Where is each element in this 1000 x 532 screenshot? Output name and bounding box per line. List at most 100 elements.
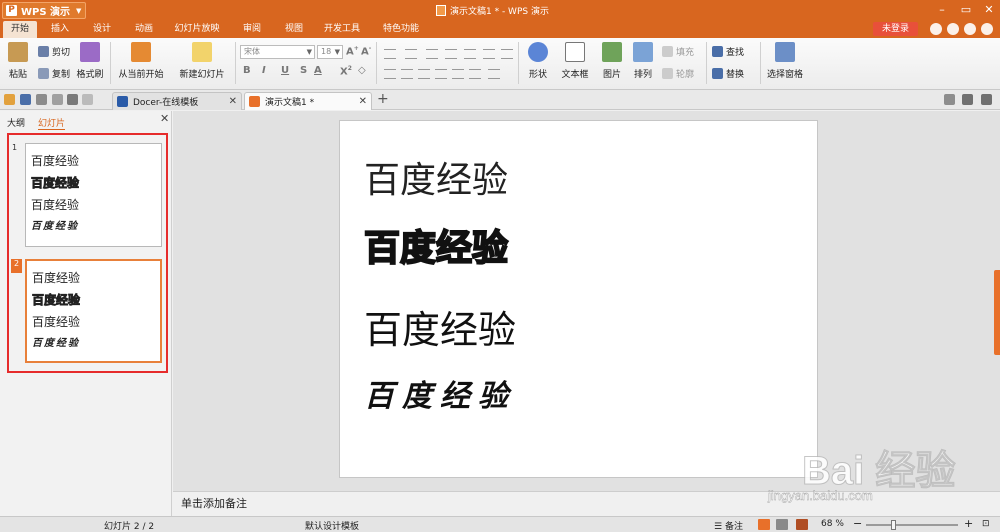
save-icon[interactable] [20,94,31,105]
skin-icon[interactable] [930,23,942,35]
maximize-button[interactable]: ▭ [955,1,977,19]
italic-icon[interactable]: I [262,65,266,76]
shrink-font-icon[interactable]: A- [361,45,371,57]
font-size-select[interactable]: 18 ▼ [317,45,343,59]
redo-icon[interactable] [82,94,93,105]
notes-pane[interactable]: 单击添加备注 [173,491,1000,516]
smart-art-icon[interactable] [488,69,500,79]
superscript-icon[interactable]: X2 [340,65,352,77]
slide-text-brush[interactable]: 百度经验 [364,371,516,415]
print-preview-icon[interactable] [52,94,63,105]
tab-outline[interactable]: 大纲 [7,116,25,129]
slide-sorter-icon[interactable] [776,519,788,530]
text-direction-icon[interactable] [501,49,513,59]
decrease-indent-icon[interactable] [426,49,438,59]
format-painter-button[interactable]: 格式刷 [76,42,104,80]
close-panel-icon[interactable]: ✕ [160,112,169,125]
bold-icon[interactable]: B [243,65,251,76]
docer-icon [117,96,128,107]
number-list-icon[interactable] [405,49,417,59]
tab-slides[interactable]: 幻灯片 [38,116,66,130]
app-menu-button[interactable]: P WPS 演示 ▼ [2,2,86,19]
print-icon[interactable] [36,94,47,105]
side-scroll-handle[interactable] [994,270,1000,355]
slide-text-songti[interactable]: 百度经验 [364,151,508,203]
tab-review[interactable]: 审阅 [236,21,268,38]
tab-home[interactable]: 开始 [3,21,37,38]
cut-button[interactable]: 剪切 [38,45,70,58]
slide-thumbnail-1[interactable]: 百度经验 百度经验 百度经验 百度经验 [25,143,162,247]
play-from-current-button[interactable]: 从当前开始 [116,42,166,80]
tab-docer-templates[interactable]: Docer-在线模板 ✕ [112,92,242,110]
current-slide[interactable]: 百度经验 百度经验 百度经验 百度经验 [339,120,818,478]
vertical-align-icon[interactable] [469,69,481,79]
font-family-select[interactable]: 宋体 ▼ [240,45,315,59]
line-spacing-icon[interactable] [464,49,476,59]
tab-developer[interactable]: 开发工具 [320,21,364,38]
align-center-icon[interactable] [401,69,413,79]
copy-button[interactable]: 复制 [38,67,70,80]
selection-pane-label: 选择窗格 [766,70,803,80]
bullet-list-icon[interactable] [384,49,396,59]
find-button[interactable]: 查找 [712,45,744,58]
tab-view[interactable]: 视图 [278,21,310,38]
normal-view-icon[interactable] [758,519,770,530]
tab-presentation1[interactable]: 演示文稿1 * ✕ [244,92,372,110]
notes-toggle[interactable]: ☰ 备注 [714,519,743,532]
tab-design[interactable]: 设计 [86,21,118,38]
close-icon[interactable]: ✕ [359,96,367,107]
tab-features[interactable]: 特色功能 [376,21,426,38]
tab-insert[interactable]: 插入 [44,21,76,38]
slideshow-icon[interactable] [796,519,808,530]
new-tab-button[interactable]: + [377,91,389,107]
zoom-slider-handle[interactable] [891,520,896,530]
outline-button[interactable]: 轮廓 [662,67,694,80]
paint-bucket-icon [662,46,673,57]
slide-text-sans[interactable]: 百度经验 [364,299,516,354]
new-slide-button[interactable]: 新建幻灯片 [174,42,230,80]
align-left-icon[interactable] [384,69,396,79]
replace-label: 替换 [726,70,745,80]
selection-pane-button[interactable]: 选择窗格 [765,42,805,80]
justify-icon[interactable] [435,69,447,79]
zoom-in-icon[interactable]: + [964,517,973,530]
zoom-slider[interactable] [866,524,958,526]
close-icon[interactable]: ✕ [229,96,237,107]
font-color-icon[interactable]: A [314,65,322,76]
clipboard-icon [8,42,28,62]
shape-button[interactable]: 形状 [523,42,553,80]
clear-format-icon[interactable]: ◇ [358,65,366,76]
align-right-icon[interactable] [418,69,430,79]
shadow-icon[interactable]: S [300,65,307,76]
open-icon[interactable] [4,94,15,105]
fill-button[interactable]: 填充 [662,45,694,58]
zoom-out-icon[interactable]: − [853,517,862,530]
login-button[interactable]: 未登录 [873,22,918,36]
tab-animation[interactable]: 动画 [128,21,160,38]
close-button[interactable]: ✕ [978,1,1000,19]
help-icon[interactable] [964,23,976,35]
textbox-button[interactable]: 文本框 [557,42,593,80]
arrange-button[interactable]: 排列 [629,42,657,80]
fit-window-icon[interactable]: ⊡ [982,519,990,529]
underline-icon[interactable]: U [281,65,289,76]
increase-indent-icon[interactable] [445,49,457,59]
tab-slideshow[interactable]: 幻灯片放映 [172,21,222,38]
grow-font-icon[interactable]: A+ [346,45,359,57]
distribute-icon[interactable] [452,69,464,79]
close-doc-icon[interactable] [981,94,992,105]
outline-label: 轮廓 [676,70,695,80]
undo-icon[interactable] [67,94,78,105]
pin-icon[interactable] [944,94,955,105]
picture-button[interactable]: 图片 [598,42,626,80]
paste-button[interactable]: 粘贴 [5,42,31,80]
minimize-button[interactable]: – [931,1,953,19]
document-tab-bar: Docer-在线模板 ✕ 演示文稿1 * ✕ + [0,90,1000,110]
restore-icon[interactable] [962,94,973,105]
columns-icon[interactable] [483,49,495,59]
replace-button[interactable]: 替换 [712,67,744,80]
slide-text-outline[interactable]: 百度经验 [363,219,509,271]
sync-icon[interactable] [947,23,959,35]
slide-thumbnail-2[interactable]: 百度经验 百度经验 百度经验 百度经验 [25,259,162,363]
collapse-icon[interactable] [981,23,993,35]
